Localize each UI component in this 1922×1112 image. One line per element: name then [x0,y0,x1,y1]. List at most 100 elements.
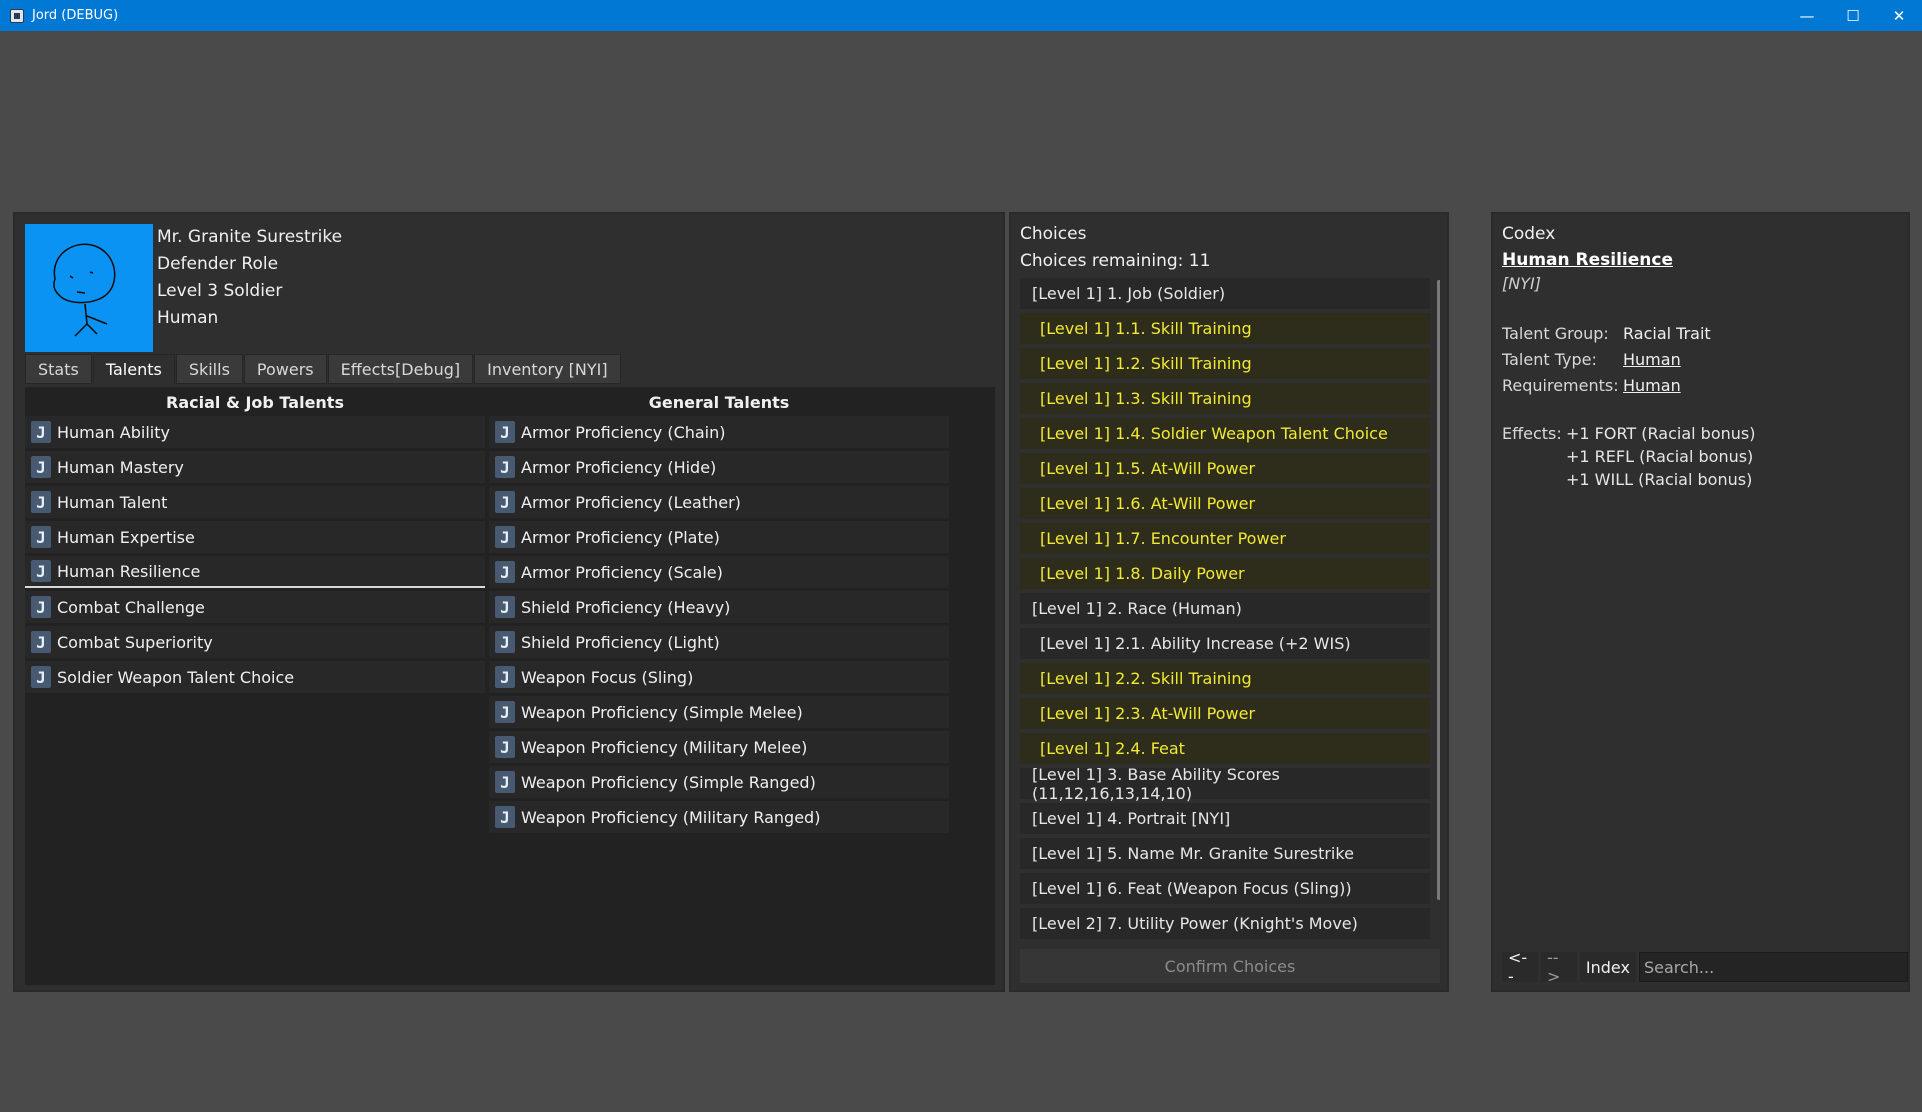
codex-nav-bar: <-- --> Index [1502,948,1908,986]
choice-item[interactable]: [Level 1] 1. Job (Soldier) [1020,278,1430,309]
talent-item[interactable]: J Armor Proficiency (Scale) [489,556,949,588]
talent-group-value: Racial Trait [1623,324,1711,343]
character-portrait [25,224,153,352]
minimize-button[interactable]: — [1784,0,1830,31]
tab-powers[interactable]: Powers [243,354,327,384]
choice-item[interactable]: [Level 1] 4. Portrait [NYI] [1020,803,1430,834]
choice-item[interactable]: [Level 1] 6. Feat (Weapon Focus (Sling)) [1020,873,1430,904]
choice-item-pending[interactable]: [Level 1] 1.3. Skill Training [1020,383,1430,414]
choice-item-pending[interactable]: [Level 1] 2.4. Feat [1020,733,1430,764]
choice-item-pending[interactable]: [Level 1] 1.6. At-Will Power [1020,488,1430,519]
codex-search-input[interactable] [1638,952,1908,982]
talent-icon: J [495,421,515,443]
talent-icon: J [31,526,51,548]
codex-nyi-note: [NYI] [1502,274,1541,293]
talent-item[interactable]: J Shield Proficiency (Heavy) [489,591,949,623]
talent-label: Shield Proficiency (Heavy) [521,597,731,617]
talent-item[interactable]: J Human Ability [25,416,485,448]
choice-item[interactable]: [Level 1] 2. Race (Human) [1020,593,1430,624]
talent-label: Combat Challenge [57,597,205,617]
close-button[interactable]: ✕ [1876,0,1922,31]
talent-item[interactable]: J Weapon Proficiency (Military Ranged) [489,801,949,833]
choice-item-pending[interactable]: [Level 1] 1.8. Daily Power [1020,558,1430,589]
choice-item-pending[interactable]: [Level 1] 1.1. Skill Training [1020,313,1430,344]
requirements-label: Requirements: [1502,376,1619,395]
talent-icon: J [31,491,51,513]
choices-remaining: Choices remaining: 11 [1020,251,1211,271]
choice-item-pending[interactable]: [Level 1] 2.3. At-Will Power [1020,698,1430,729]
choices-scrollbar[interactable] [1437,280,1440,900]
character-role: Defender Role [157,254,279,274]
talent-item[interactable]: J Weapon Proficiency (Simple Ranged) [489,766,949,798]
talent-label: Weapon Proficiency (Military Ranged) [521,807,821,827]
codex-attributes: Talent Group: Racial Trait Talent Type: … [1502,321,1711,399]
back-button[interactable]: <-- [1502,948,1538,986]
choice-item-pending[interactable]: [Level 1] 1.2. Skill Training [1020,348,1430,379]
tab-effects-debug[interactable]: Effects[Debug] [327,354,474,384]
talent-icon: J [31,631,51,653]
talent-type-link[interactable]: Human [1623,347,1681,373]
talent-icon: J [31,666,51,688]
choice-item[interactable]: [Level 1] 2.1. Ability Increase (+2 WIS) [1020,628,1430,659]
talent-item[interactable]: J Combat Superiority [25,626,485,658]
talent-label: Armor Proficiency (Leather) [521,492,741,512]
talent-item[interactable]: J Shield Proficiency (Light) [489,626,949,658]
talent-item[interactable]: J Weapon Focus (Sling) [489,661,949,693]
talent-type-label: Talent Type: [1502,350,1597,369]
talent-label: Armor Proficiency (Hide) [521,457,717,477]
talent-icon: J [495,561,515,583]
talent-icon: J [495,771,515,793]
talent-item[interactable]: J Armor Proficiency (Hide) [489,451,949,483]
talent-icon: J [495,806,515,828]
talent-icon: J [495,596,515,618]
racial-talents-header: Racial & Job Talents [166,393,344,412]
app-icon [10,8,24,23]
talent-label: Weapon Proficiency (Military Melee) [521,737,808,757]
choice-item-pending[interactable]: [Level 1] 1.4. Soldier Weapon Talent Cho… [1020,418,1430,449]
talent-item[interactable]: J Armor Proficiency (Leather) [489,486,949,518]
talent-label: Weapon Proficiency (Simple Melee) [521,702,803,722]
talent-item-selected[interactable]: J Human Resilience [25,556,485,588]
character-level: Level 3 Soldier [157,281,283,301]
tab-inventory[interactable]: Inventory [NYI] [474,354,621,384]
choice-item[interactable]: [Level 1] 5. Name Mr. Granite Surestrike [1020,838,1430,869]
choice-item-pending[interactable]: [Level 1] 1.5. At-Will Power [1020,453,1430,484]
character-race: Human [157,308,219,328]
choices-panel: Choices Choices remaining: 11 [Level 1] … [1009,212,1449,992]
forward-button[interactable]: --> [1540,948,1577,986]
choice-item-pending[interactable]: [Level 1] 2.2. Skill Training [1020,663,1430,694]
talent-item[interactable]: J Combat Challenge [25,591,485,623]
confirm-choices-button[interactable]: Confirm Choices [1020,949,1440,983]
talent-item[interactable]: J Human Expertise [25,521,485,553]
talent-item[interactable]: J Human Mastery [25,451,485,483]
talent-label: Weapon Focus (Sling) [521,667,694,687]
tab-skills[interactable]: Skills [175,354,243,384]
codex-entry-title[interactable]: Human Resilience [1502,250,1673,270]
choice-item[interactable]: [Level 1] 3. Base Ability Scores (11,12,… [1020,765,1430,803]
talent-icon: J [31,456,51,478]
talent-icon: J [495,666,515,688]
requirements-link[interactable]: Human [1623,373,1681,399]
character-panel: Mr. Granite Surestrike Defender Role Lev… [13,212,1005,992]
tab-stats[interactable]: Stats [25,354,92,384]
general-talents-header: General Talents [648,393,790,412]
talent-label: Soldier Weapon Talent Choice [57,667,295,687]
talent-item[interactable]: J Armor Proficiency (Plate) [489,521,949,553]
talent-item[interactable]: J Weapon Proficiency (Simple Melee) [489,696,949,728]
talent-item[interactable]: J Armor Proficiency (Chain) [489,416,949,448]
talent-item[interactable]: J Weapon Proficiency (Military Melee) [489,731,949,763]
tab-talents[interactable]: Talents [92,354,175,384]
talent-item[interactable]: J Soldier Weapon Talent Choice [25,661,485,693]
talent-icon: J [495,736,515,758]
choice-item-pending[interactable]: [Level 1] 1.7. Encounter Power [1020,523,1430,554]
maximize-button[interactable]: ☐ [1830,0,1876,31]
index-button[interactable]: Index [1579,952,1636,982]
codex-title: Codex [1502,224,1556,244]
talent-label: Human Resilience [57,561,201,581]
talent-item[interactable]: J Human Talent [25,486,485,518]
choice-item[interactable]: [Level 2] 7. Utility Power (Knight's Mov… [1020,908,1430,939]
talent-label: Armor Proficiency (Scale) [521,562,723,582]
talent-label: Human Expertise [57,527,195,547]
talent-icon: J [31,421,51,443]
talent-icon: J [495,631,515,653]
